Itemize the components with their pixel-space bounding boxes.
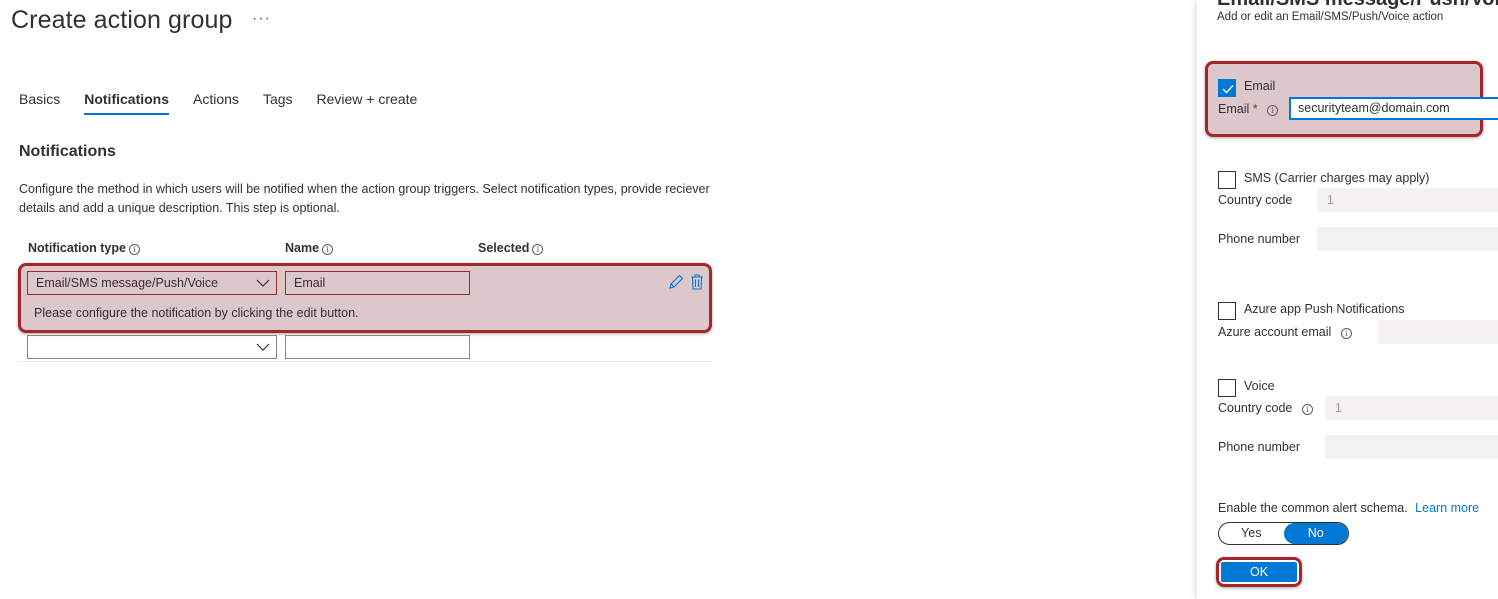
learn-more-link[interactable]: Learn more: [1415, 501, 1479, 515]
sms-checkbox-label: SMS (Carrier charges may apply): [1244, 171, 1430, 185]
push-checkbox[interactable]: [1218, 302, 1236, 320]
sms-country-code-input[interactable]: 1: [1317, 188, 1498, 212]
column-header-label: Notification type: [28, 241, 126, 255]
email-label-text: Email: [1218, 102, 1250, 116]
tab-tags[interactable]: Tags: [263, 91, 293, 115]
page-title: Create action group: [11, 6, 233, 34]
email-checkbox-label: Email: [1244, 79, 1276, 93]
push-account-email-input[interactable]: [1378, 320, 1498, 344]
highlighted-ok-button: OK: [1216, 557, 1302, 587]
trash-icon[interactable]: [690, 274, 704, 290]
column-header-name: Name i: [285, 241, 334, 255]
notification-name-value: Email: [294, 276, 326, 290]
tab-basics[interactable]: Basics: [19, 91, 60, 115]
ok-button[interactable]: OK: [1221, 562, 1297, 582]
voice-checkbox[interactable]: [1218, 379, 1236, 397]
section-description: Configure the method in which users will…: [19, 182, 710, 215]
info-icon[interactable]: i: [1340, 328, 1352, 339]
tab-bar: Basics Notifications Actions Tags Review…: [19, 91, 441, 115]
info-icon[interactable]: i: [1301, 404, 1313, 415]
alert-schema-label: Enable the common alert schema. Learn mo…: [1218, 501, 1479, 515]
sms-checkbox[interactable]: [1218, 171, 1236, 189]
sms-phone-number-input[interactable]: [1317, 227, 1498, 251]
alert-schema-text: Enable the common alert schema.: [1218, 501, 1408, 515]
new-notification-type-select[interactable]: [27, 335, 277, 359]
notification-type-select[interactable]: Email/SMS message/Push/Voice: [27, 271, 277, 295]
email-field-label: Email * i: [1218, 102, 1279, 116]
column-header-label: Selected: [478, 241, 530, 255]
edit-pencil-icon[interactable]: [668, 274, 684, 290]
sms-country-code-label: Country code: [1218, 193, 1293, 207]
row-divider: [18, 361, 712, 362]
voice-phone-number-input[interactable]: [1325, 435, 1498, 459]
more-options-button[interactable]: ···: [252, 10, 271, 28]
sms-phone-number-label: Phone number: [1218, 232, 1301, 246]
info-icon[interactable]: i: [322, 244, 334, 255]
push-account-email-label: Azure account email i: [1218, 325, 1352, 339]
new-notification-name-input[interactable]: [285, 335, 470, 359]
push-account-label-text: Azure account email: [1218, 325, 1332, 339]
panel-subtitle: Add or edit an Email/SMS/Push/Voice acti…: [1217, 11, 1444, 23]
alert-schema-toggle[interactable]: Yes No: [1218, 522, 1349, 545]
info-icon[interactable]: i: [1267, 105, 1279, 116]
email-sms-push-voice-panel: Email/SMS message/Push/Voice Add or edit…: [1197, 0, 1498, 599]
email-input-value: securityteam@domain.com: [1298, 101, 1450, 115]
info-icon[interactable]: i: [532, 244, 544, 255]
voice-country-label-text: Country code: [1218, 401, 1293, 415]
voice-country-code-label: Country code i: [1218, 401, 1313, 415]
voice-checkbox-label: Voice: [1244, 379, 1275, 393]
column-header-selected: Selected i: [478, 241, 544, 255]
voice-country-code-input[interactable]: 1: [1325, 396, 1498, 420]
toggle-yes-option[interactable]: Yes: [1219, 523, 1284, 544]
info-icon[interactable]: i: [128, 244, 140, 255]
voice-phone-number-label: Phone number: [1218, 440, 1301, 454]
email-input[interactable]: securityteam@domain.com: [1289, 97, 1498, 120]
panel-title: Email/SMS message/Push/Voice: [1217, 0, 1498, 11]
push-checkbox-label: Azure app Push Notifications: [1244, 302, 1405, 316]
configure-notification-message: Please configure the notification by cli…: [34, 306, 359, 320]
section-title: Notifications: [19, 143, 116, 160]
tab-actions[interactable]: Actions: [193, 91, 239, 115]
column-header-label: Name: [285, 241, 320, 255]
tab-review-create[interactable]: Review + create: [317, 91, 418, 115]
chevron-down-icon: [256, 279, 270, 287]
required-asterisk: *: [1252, 102, 1258, 116]
tab-notifications[interactable]: Notifications: [84, 91, 169, 115]
notification-type-value: Email/SMS message/Push/Voice: [36, 276, 219, 290]
email-checkbox[interactable]: [1218, 79, 1236, 97]
notification-name-input[interactable]: Email: [285, 271, 470, 295]
chevron-down-icon: [256, 343, 270, 351]
toggle-no-option[interactable]: No: [1283, 523, 1348, 544]
column-header-type: Notification type i: [28, 241, 140, 255]
checkmark-icon: [1222, 85, 1234, 94]
